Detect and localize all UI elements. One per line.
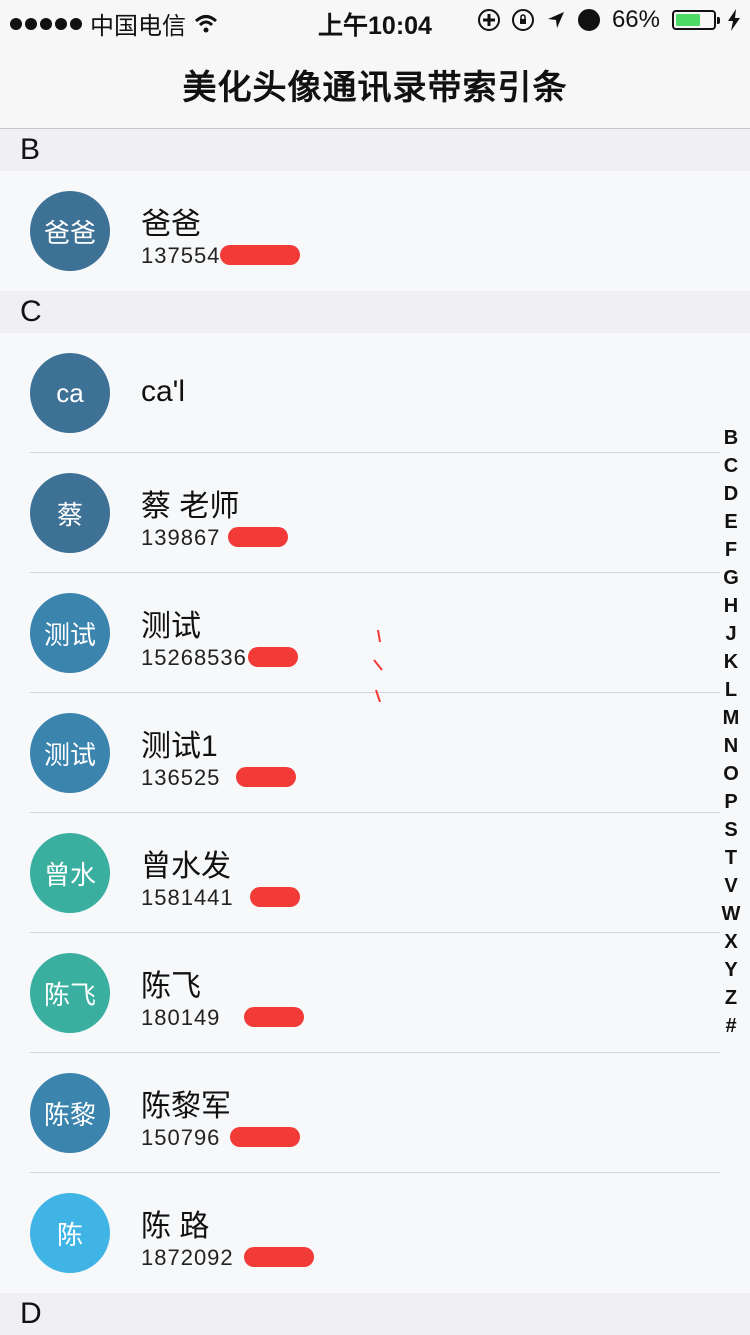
index-letter-O[interactable]: O (723, 760, 739, 788)
contact-row[interactable]: 蔡蔡 老师 139867 (0, 453, 750, 573)
contact-name: 陈 路 (141, 1210, 210, 1243)
index-letter-Y[interactable]: Y (724, 956, 737, 984)
section-header-D: D (0, 1293, 750, 1335)
battery-icon (672, 10, 720, 30)
avatar: 测试 (30, 713, 110, 793)
contact-phone: 137554 (141, 243, 221, 268)
contact-phone: 136525 (141, 765, 221, 790)
index-letter-Z[interactable]: Z (725, 984, 737, 1012)
index-letter-D[interactable]: D (724, 480, 738, 508)
rotation-lock-icon (511, 9, 534, 31)
avatar: 蔡 (30, 473, 110, 553)
index-letter-C[interactable]: C (724, 452, 738, 480)
charging-bolt-icon (728, 9, 740, 31)
page-title: 美化头像通讯录带索引条 (182, 68, 568, 107)
index-letter-M[interactable]: M (723, 704, 740, 732)
avatar: 陈 (30, 1193, 110, 1273)
contact-name: 曾水发 (141, 850, 231, 883)
avatar: ca (30, 353, 110, 433)
contact-row[interactable]: 陈陈 路 1872092 (0, 1173, 750, 1293)
redaction-mark (244, 1247, 314, 1267)
location-arrow-icon (547, 12, 564, 28)
contact-name: 蔡 老师 (141, 490, 240, 523)
avatar: 爸爸 (30, 191, 110, 271)
redaction-mark (248, 647, 298, 667)
index-letter-F[interactable]: F (725, 536, 737, 564)
index-letter-B[interactable]: B (724, 424, 738, 452)
avatar: 陈飞 (30, 953, 110, 1033)
contact-phone: 1581441 (141, 885, 234, 910)
index-letter-J[interactable]: J (725, 620, 736, 648)
avatar: 测试 (30, 593, 110, 673)
contact-row[interactable]: 陈黎 陈黎军 150796 (0, 1053, 750, 1173)
contact-name: 陈飞 (141, 970, 201, 1003)
stray-red-mark (373, 630, 383, 702)
index-letter-H[interactable]: H (724, 592, 738, 620)
contact-name: 测试1 (141, 730, 218, 763)
alarm-icon (577, 9, 600, 31)
redaction-mark (228, 527, 288, 547)
index-letter-S[interactable]: S (724, 816, 737, 844)
redaction-mark (244, 1007, 304, 1027)
contact-phone: 150796 (141, 1125, 221, 1150)
avatar: 陈黎 (30, 1073, 110, 1153)
status-bar: 中国电信 上午10:04 66% (0, 0, 750, 40)
section-header-B: B (0, 129, 750, 171)
contact-row[interactable]: 陈飞 陈飞 180149 (0, 933, 750, 1053)
redaction-mark (230, 1127, 300, 1147)
avatar: 曾水 (30, 833, 110, 913)
index-letter-W[interactable]: W (722, 900, 741, 928)
index-letter-V[interactable]: V (724, 872, 737, 900)
index-letter-E[interactable]: E (724, 508, 737, 536)
contact-list[interactable]: B 爸爸 爸爸 137554 Cca ca'l 蔡蔡 老师 139867 测试 测试 1526853… (0, 129, 750, 1335)
status-right: 66% (477, 6, 740, 34)
contact-name: 测试 (141, 610, 201, 643)
redaction-mark (250, 887, 300, 907)
section-index-bar[interactable]: B C D E F G H J K L M N O P S T V W X Y Z # (716, 424, 746, 1040)
contact-row[interactable]: 爸爸 爸爸 137554 (0, 171, 750, 291)
index-letter-G[interactable]: G (723, 564, 739, 592)
contact-phone: 1872092 (141, 1245, 234, 1270)
redaction-mark (220, 245, 300, 265)
plus-circle-icon (477, 9, 500, 31)
contact-row[interactable]: ca ca'l (0, 333, 750, 453)
section-header-C: C (0, 291, 750, 333)
index-letter-hash[interactable]: # (725, 1012, 736, 1040)
contact-name: 陈黎军 (141, 1090, 231, 1123)
battery-percent: 66% (611, 6, 660, 33)
contact-name: 爸爸 (141, 208, 201, 241)
navigation-bar: 美化头像通讯录带索引条 (0, 40, 750, 129)
contact-phone: 180149 (141, 1005, 221, 1030)
contact-name: ca'l (141, 375, 186, 408)
contact-row[interactable]: 曾水 曾水发 1581441 (0, 813, 750, 933)
index-letter-X[interactable]: X (724, 928, 737, 956)
redaction-mark (236, 767, 296, 787)
index-letter-P[interactable]: P (724, 788, 737, 816)
index-letter-K[interactable]: K (724, 648, 738, 676)
index-letter-N[interactable]: N (724, 732, 738, 760)
contact-row[interactable]: 测试 测试1 136525 (0, 693, 750, 813)
index-letter-L[interactable]: L (725, 676, 737, 704)
contact-phone: 15268536 (141, 645, 247, 670)
index-letter-T[interactable]: T (725, 844, 737, 872)
contact-phone: 139867 (141, 525, 221, 550)
